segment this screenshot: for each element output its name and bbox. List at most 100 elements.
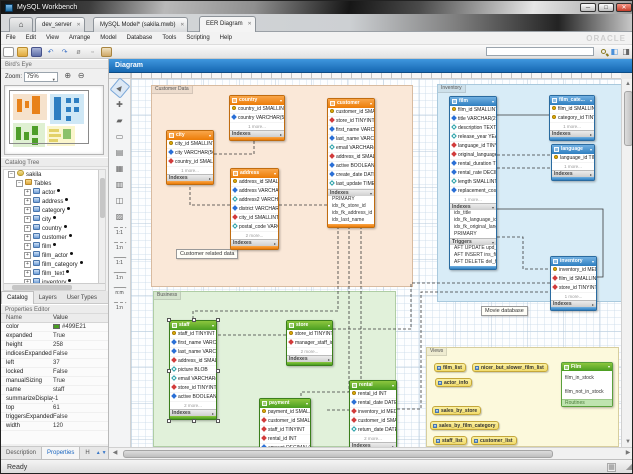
menu-model[interactable]: Model — [95, 32, 121, 45]
menu-database[interactable]: Database — [122, 32, 158, 45]
view-actor_info[interactable]: actor_info — [435, 378, 472, 387]
diagram-tab-header[interactable]: Diagram — [109, 59, 633, 73]
property-row-expanded[interactable]: expandedTrue — [1, 332, 108, 341]
canvas-hscrollbar[interactable]: ◀▶ — [109, 447, 633, 459]
selection-handle[interactable] — [192, 318, 196, 322]
collapse-icon[interactable]: ▾ — [392, 381, 394, 390]
routine-group-header[interactable]: Film▾ — [562, 363, 612, 371]
more-columns[interactable]: 2 more... — [170, 402, 216, 409]
expander-icon[interactable]: + — [24, 252, 31, 259]
index-primary[interactable]: PRIMARY — [328, 196, 374, 203]
column-store_id[interactable]: store_id TINYINT — [551, 284, 596, 293]
section-indexes[interactable]: Indexes▸ — [287, 355, 332, 362]
save-icon[interactable] — [31, 47, 42, 57]
layer-tool[interactable]: ▭ — [112, 129, 128, 143]
column-film_id[interactable]: film_id SMALLINT — [450, 106, 496, 115]
tab-close-icon[interactable]: ✕ — [180, 18, 184, 32]
section-indexes[interactable]: Indexes▸ — [552, 170, 594, 177]
column-address_id[interactable]: address_id SMALLINT — [231, 178, 278, 187]
tree-schema-sakila[interactable]: −sakila — [4, 170, 105, 179]
collapse-icon[interactable]: ▾ — [306, 399, 308, 408]
note-customer-related-data[interactable]: Customer related data — [176, 249, 238, 259]
table-store[interactable]: store▾store_id TINYINTmanager_staff_id .… — [286, 320, 333, 366]
pointer-lock-icon[interactable]: ø — [73, 47, 84, 57]
tree-table-film_text[interactable]: +film_text — [4, 269, 105, 278]
column-category_id[interactable]: category_id TINY... — [550, 114, 594, 123]
column-store_id[interactable]: store_id TINYINT — [328, 117, 374, 126]
index-idx-fk-address-id[interactable]: idx_fk_address_id — [328, 210, 374, 217]
collapse-icon[interactable]: ▾ — [209, 131, 211, 140]
table-tool[interactable]: ▥ — [112, 177, 128, 191]
view-film_list[interactable]: film_list — [434, 363, 466, 372]
table-rental[interactable]: rental▾rental_id INTrental_date DATE...i… — [349, 380, 397, 447]
birds-eye-minimap[interactable] — [4, 85, 104, 155]
column-film_id[interactable]: film_id SMALLINT — [550, 105, 594, 114]
property-row-color[interactable]: color#499E21 — [1, 323, 108, 332]
more-columns[interactable]: 1 more... — [551, 293, 596, 300]
column-first_name[interactable]: first_name VARCHA... — [328, 126, 374, 135]
table-header[interactable]: staff▾ — [170, 321, 216, 330]
property-row-manualSizing[interactable]: manualSizingTrue — [1, 377, 108, 386]
routine-group-film[interactable]: Film▾film_in_stockfilm_not_in_stockRouti… — [561, 362, 613, 407]
column-rental_rate[interactable]: rental_rate DECIMA... — [450, 169, 496, 178]
menu-tools[interactable]: Tools — [157, 32, 181, 45]
tree-table-film_category[interactable]: +film_category — [4, 260, 105, 269]
home-tab[interactable]: ⌂ — [9, 17, 33, 32]
tree-table-customer[interactable]: +customer — [4, 233, 105, 242]
tree-table-actor[interactable]: +actor — [4, 188, 105, 197]
tab-h[interactable]: H — [80, 447, 94, 459]
expander-icon[interactable]: + — [24, 207, 31, 214]
tree-table-category[interactable]: +category — [4, 206, 105, 215]
search-input[interactable] — [486, 47, 594, 56]
expander-icon[interactable]: − — [16, 180, 23, 187]
tab-eer-diagram[interactable]: EER Diagram✕ — [199, 16, 256, 32]
column-film_id[interactable]: film_id SMALLINT — [551, 275, 596, 284]
collapse-icon[interactable]: ▾ — [492, 97, 494, 106]
property-row-width[interactable]: width120 — [1, 422, 108, 431]
tab-close-icon[interactable]: ✕ — [247, 17, 251, 31]
more-columns[interactable]: 1 more... — [450, 196, 496, 203]
find-icon[interactable] — [601, 47, 606, 57]
section-indexes[interactable]: Indexes▸ — [551, 300, 596, 307]
table-header[interactable]: film▾ — [450, 97, 496, 106]
dock-down-icon[interactable]: ▼ — [102, 450, 107, 456]
column-title[interactable]: title VARCHAR(255) — [450, 115, 496, 124]
section-indexes[interactable]: Indexes▸ — [170, 409, 216, 416]
column-staff_id[interactable]: staff_id TINYINT — [260, 426, 310, 435]
tree-vscrollbar[interactable] — [98, 170, 105, 290]
zoom-out-icon[interactable]: ⊖ — [78, 71, 85, 80]
new-diagram-icon[interactable] — [101, 47, 112, 57]
expander-icon[interactable]: + — [24, 270, 31, 277]
maximize-button[interactable]: □ — [598, 3, 614, 12]
note-movie-database[interactable]: Movie database — [481, 306, 528, 316]
zoom-select[interactable]: 75%▼ — [24, 72, 58, 82]
more-columns[interactable]: 2 more... — [231, 232, 278, 239]
collapse-icon[interactable]: ▾ — [280, 96, 282, 105]
zoom-in-icon[interactable]: ⊕ — [64, 71, 71, 80]
undo-icon[interactable]: ↶ — [45, 47, 56, 57]
section-indexes[interactable]: Indexes▸ — [550, 130, 594, 137]
tree-folder-tables[interactable]: −Tables — [4, 179, 105, 188]
view-sales_by_film_category[interactable]: sales_by_film_category — [430, 421, 499, 430]
table-header[interactable]: payment▾ — [260, 399, 310, 408]
menu-arrange[interactable]: Arrange — [64, 32, 95, 45]
tab-mysql-model-sakila-mwb-[interactable]: MySQL Model* (sakila.mwb)✕ — [93, 17, 188, 32]
section-triggers[interactable]: Triggers▾ — [450, 238, 496, 245]
collapse-icon[interactable]: ▾ — [590, 96, 592, 105]
table-header[interactable]: film_cate...▾ — [550, 96, 594, 105]
tree-table-country[interactable]: +country — [4, 224, 105, 233]
collapse-icon[interactable]: ▾ — [592, 257, 594, 266]
column-store_id[interactable]: store_id TINYINT — [287, 330, 332, 339]
index-aft-update-upd-film[interactable]: AFT UPDATE upd_film — [450, 245, 496, 252]
column-address_id[interactable]: address_id SMALL... — [170, 357, 216, 366]
selection-handle[interactable] — [192, 419, 196, 423]
more-columns[interactable]: 2 more... — [350, 435, 396, 442]
expander-icon[interactable]: + — [24, 261, 31, 268]
more-columns[interactable]: 1 more... — [552, 163, 594, 170]
routine-group-tool[interactable]: ▨ — [112, 209, 128, 223]
index-idx-fk-original-langua-[interactable]: idx_fk_original_langua... — [450, 224, 496, 231]
table-header[interactable]: inventory▾ — [551, 257, 596, 266]
more-columns[interactable]: 1 more... — [230, 123, 284, 130]
view-sales_by_store[interactable]: sales_by_store — [432, 406, 481, 415]
column-store_id[interactable]: store_id TINYINT — [170, 384, 216, 393]
